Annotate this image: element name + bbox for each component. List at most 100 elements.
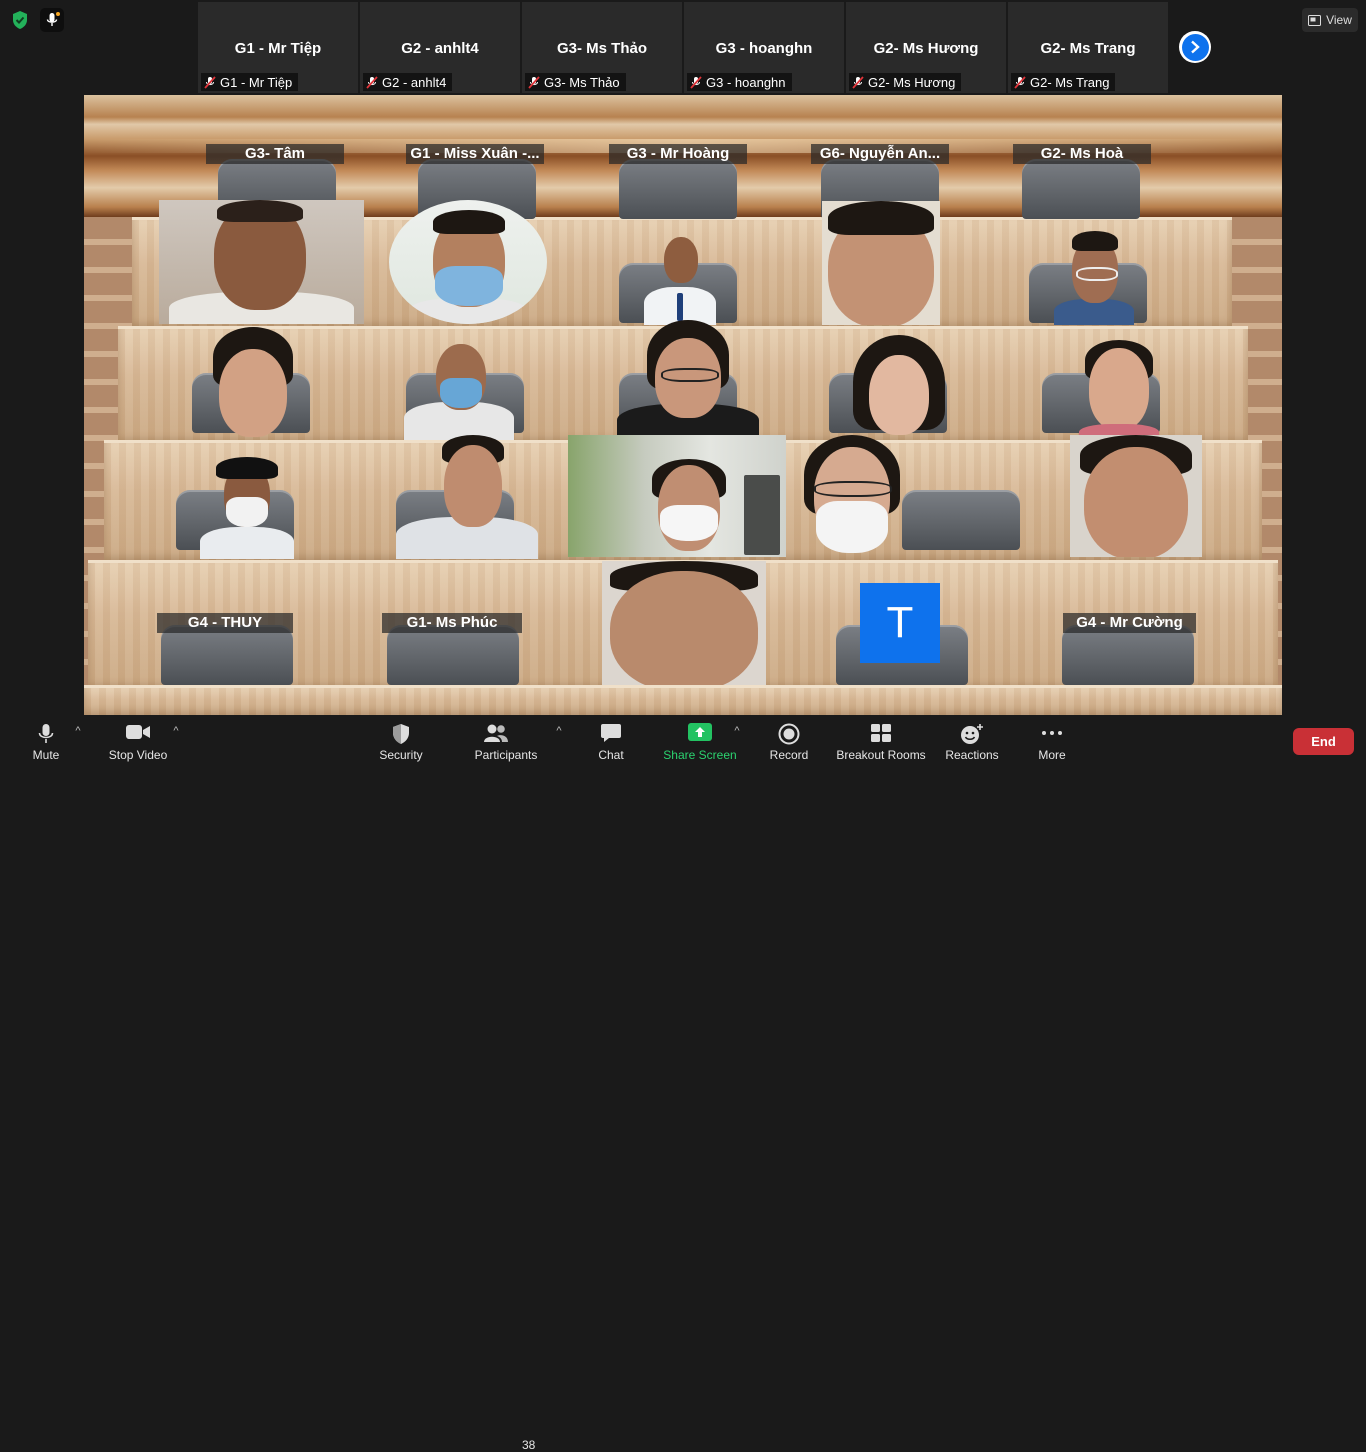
recording-mic-icon[interactable] [40,8,64,32]
seat-name-tag: G3 - Mr Hoàng [609,144,747,164]
participant-video[interactable] [384,340,534,440]
participant-name: G1 - Mr Tiệp [234,40,322,57]
view-label: View [1326,13,1352,27]
participant-video[interactable] [849,335,949,440]
view-grid-icon [1308,14,1322,26]
more-button[interactable]: More [1032,719,1072,765]
shield-icon [393,724,409,744]
reactions-button[interactable]: Reactions [943,719,1001,765]
participant-video[interactable] [1070,435,1202,557]
participant-label: G3 - hoanghn [687,73,792,91]
reactions-label: Reactions [945,748,999,762]
muted-mic-icon [366,75,378,89]
participant-name: G3- Ms Thảo [556,40,647,57]
seat-name-tag: G3- Tâm [206,144,344,164]
participant-video[interactable] [389,200,547,324]
stop-video-label: Stop Video [108,748,168,762]
participant-video[interactable] [568,435,786,557]
participant-video[interactable] [822,201,940,325]
participant-video[interactable] [194,457,299,559]
smiley-add-icon [961,724,983,744]
breakout-rooms-icon [871,724,891,742]
participants-icon [484,724,508,742]
immersive-view-scene: G3- Tâm G1 - Miss Xuân -... G3 - Mr Hoàn… [84,95,1282,715]
participant-label: G2- Ms Trang [1011,73,1116,91]
participant-video[interactable] [209,327,297,439]
participant-video[interactable] [159,200,364,324]
chevron-right-icon [1191,40,1200,54]
share-screen-button[interactable]: Share Screen [662,719,738,765]
share-options-caret[interactable]: ^ [730,725,744,737]
seat-name-tag: G4 - THUY [157,613,293,633]
more-label: More [1038,748,1066,762]
video-options-caret[interactable]: ^ [169,725,183,737]
seat [387,625,519,685]
record-button[interactable]: Record [766,719,812,765]
participant-tile[interactable]: G3- Ms Thảo G3- Ms Thảo [522,2,682,93]
recording-dot-icon [56,12,60,16]
chat-button[interactable]: Chat [590,719,632,765]
participant-video[interactable] [392,435,542,559]
participant-label: G3- Ms Thảo [525,73,626,91]
record-label: Record [769,748,809,762]
security-label: Security [379,748,423,762]
breakout-rooms-button[interactable]: Breakout Rooms [835,719,927,765]
auditorium-floor [84,685,1282,715]
participants-label: Participants [474,748,538,762]
participant-name: G2 - anhlt4 [401,40,479,57]
participant-name: G3 - hoanghn [715,40,813,57]
stop-video-button[interactable]: Stop Video [104,719,172,765]
participant-video[interactable] [1054,229,1134,325]
encryption-shield-icon[interactable] [9,9,31,31]
participant-avatar[interactable]: T [860,583,940,663]
participant-video[interactable] [644,235,716,325]
participants-count: 38 [522,1438,536,1452]
seat-name-tag: G1- Ms Phúc [382,613,522,633]
muted-mic-icon [204,75,216,89]
participant-tile[interactable]: G2 - anhlt4 G2 - anhlt4 [360,2,520,93]
next-page-button[interactable] [1179,31,1211,63]
chat-bubble-icon [601,724,621,742]
participant-label-text: G1 - Mr Tiệp [220,74,293,90]
meeting-toolbar: Mute ^ Stop Video ^ Security Participant… [0,715,1366,1452]
participant-video[interactable] [609,320,767,440]
share-screen-label: Share Screen [663,748,737,762]
muted-mic-icon [528,75,540,89]
participant-name: G2- Ms Trang [1040,40,1136,57]
view-button[interactable]: View [1302,8,1358,32]
chat-label: Chat [598,748,624,762]
participant-name: G2- Ms Hương [873,40,979,57]
participant-video[interactable] [1079,340,1159,440]
participants-button[interactable]: Participants [472,719,540,765]
participant-video[interactable] [792,435,912,557]
muted-mic-icon [1014,75,1026,89]
participant-label: G2- Ms Hương [849,73,962,91]
audio-options-caret[interactable]: ^ [71,725,85,737]
participant-label: G1 - Mr Tiệp [201,73,299,91]
more-dots-icon [1042,731,1062,735]
participant-tile[interactable]: G1 - Mr Tiệp G1 - Mr Tiệp [198,2,358,93]
record-icon [778,723,800,745]
participant-label-text: G2- Ms Trang [1030,74,1110,90]
participant-label: G2 - anhlt4 [363,73,453,91]
seat [161,625,293,685]
participant-strip: G1 - Mr Tiệp G1 - Mr Tiệp G2 - anhlt4 G2… [198,2,1168,93]
breakout-rooms-label: Breakout Rooms [836,748,926,762]
participant-tile[interactable]: G2- Ms Trang G2- Ms Trang [1008,2,1168,93]
seat [1062,625,1194,685]
share-screen-icon [688,723,712,741]
participant-label-text: G3- Ms Thảo [544,74,620,90]
seat-name-tag: G1 - Miss Xuân -... [406,144,544,164]
mute-button[interactable]: Mute [24,719,68,765]
video-camera-icon [126,725,150,739]
seat [1022,159,1140,219]
end-meeting-button[interactable]: End [1293,728,1354,755]
participant-label-text: G2- Ms Hương [868,74,956,90]
participants-options-caret[interactable]: ^ [552,725,566,737]
muted-mic-icon [852,75,864,89]
participant-tile[interactable]: G2- Ms Hương G2- Ms Hương [846,2,1006,93]
participant-video[interactable] [602,561,766,685]
participant-tile[interactable]: G3 - hoanghn G3 - hoanghn [684,2,844,93]
muted-mic-icon [690,75,702,89]
security-button[interactable]: Security [374,719,428,765]
